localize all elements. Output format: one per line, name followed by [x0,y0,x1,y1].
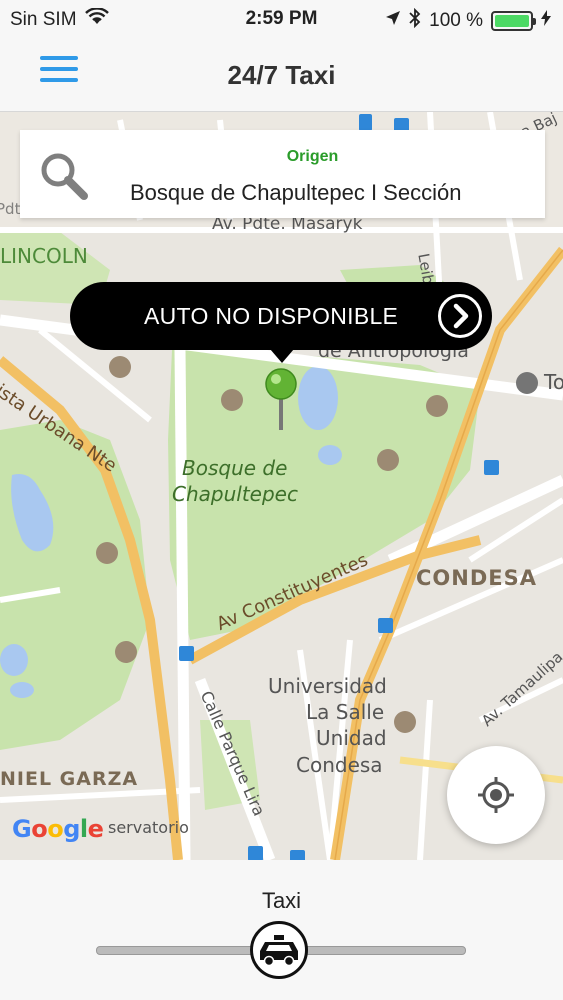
map-label-niel-garza: NIEL GARZA [0,768,139,790]
service-selector: Taxi [0,860,563,1000]
charging-icon [541,10,551,32]
map-label-to: To [544,370,563,394]
map-label-universidad-2: La Salle [306,700,385,724]
crosshair-location-icon[interactable] [447,746,545,844]
unavailable-bubble[interactable]: AUTO NO DISPONIBLE [70,282,492,363]
chevron-right-icon[interactable] [438,294,482,338]
bluetooth-icon [409,7,421,34]
map-label-observatorio: servatorio [108,818,189,837]
status-right: 100 % [385,7,551,34]
map-label-universidad-4: Condesa [296,753,383,777]
unavailable-text: AUTO NO DISPONIBLE [144,303,399,329]
map-label-chapultepec: Chapultepec [172,482,298,506]
origin-label: Origen [286,148,339,165]
google-logo: Google [12,815,104,843]
map-view[interactable]: Pdte. Masaryk Av. Pdte. Masaryk LINCOLN … [0,112,563,860]
battery-percent: 100 % [429,10,483,31]
page-title: 24/7 Taxi [227,60,336,90]
taxi-icon[interactable] [250,921,308,979]
map-label-universidad-3: Unidad [316,726,387,750]
map-label-lincoln: LINCOLN [0,244,88,268]
nav-bar: 24/7 Taxi [0,38,563,112]
location-pin-icon[interactable] [264,368,298,432]
bubble-pointer [270,349,294,363]
origin-search-card[interactable]: Origen Bosque de Chapultepec I Sección [20,130,545,218]
service-label: Taxi [261,888,302,913]
status-bar: Sin SIM 2:59 PM 100 % [0,0,563,38]
map-label-condesa: CONDESA [416,566,537,590]
battery-icon [491,11,536,31]
map-label-universidad-1: Universidad [268,674,387,698]
location-arrow-icon [385,10,401,32]
map-label-bosque: Bosque de [182,456,288,480]
origin-value[interactable]: Bosque de Chapultepec I Sección [130,180,461,206]
